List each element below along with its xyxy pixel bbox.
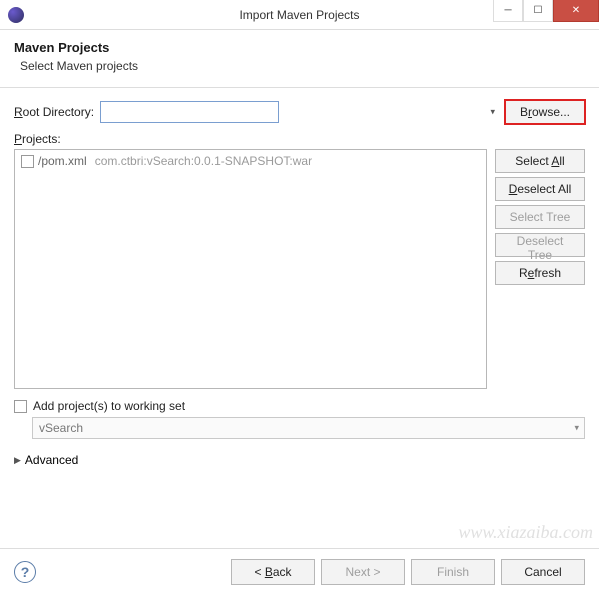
- list-item[interactable]: /pom.xml com.ctbri:vSearch:0.0.1-SNAPSHO…: [21, 154, 480, 168]
- maximize-button[interactable]: ☐: [523, 0, 553, 22]
- working-set-select[interactable]: [32, 417, 585, 439]
- triangle-right-icon: ▶: [14, 455, 21, 466]
- window-title: Import Maven Projects: [239, 8, 359, 22]
- chevron-down-icon: ▾: [490, 107, 495, 118]
- browse-button[interactable]: Browse...: [505, 100, 585, 124]
- working-set-label: Add project(s) to working set: [33, 399, 185, 413]
- root-directory-input[interactable]: [100, 101, 279, 123]
- projects-list[interactable]: /pom.xml com.ctbri:vSearch:0.0.1-SNAPSHO…: [14, 149, 487, 389]
- deselect-all-button[interactable]: Deselect All: [495, 177, 585, 201]
- next-button[interactable]: Next >: [321, 559, 405, 585]
- app-icon: [8, 7, 24, 23]
- close-button[interactable]: ✕: [553, 0, 599, 22]
- finish-button[interactable]: Finish: [411, 559, 495, 585]
- minimize-button[interactable]: ─: [493, 0, 523, 22]
- chevron-down-icon: ▾: [574, 423, 579, 434]
- project-path: /pom.xml: [38, 154, 87, 168]
- header-subtitle: Select Maven projects: [14, 59, 585, 73]
- dialog-header: Maven Projects Select Maven projects: [0, 30, 599, 87]
- projects-label: Projects:: [14, 132, 585, 146]
- select-all-button[interactable]: Select All: [495, 149, 585, 173]
- deselect-tree-button[interactable]: Deselect Tree: [495, 233, 585, 257]
- back-button[interactable]: < Back: [231, 559, 315, 585]
- advanced-label: Advanced: [25, 453, 78, 467]
- working-set-checkbox[interactable]: [14, 400, 27, 413]
- watermark: www.xiazaiba.com: [458, 522, 593, 543]
- select-tree-button[interactable]: Select Tree: [495, 205, 585, 229]
- header-title: Maven Projects: [14, 40, 585, 55]
- checkbox[interactable]: [21, 155, 34, 168]
- help-icon[interactable]: ?: [14, 561, 36, 583]
- project-gav: com.ctbri:vSearch:0.0.1-SNAPSHOT:war: [95, 154, 312, 168]
- title-bar: Import Maven Projects ─ ☐ ✕: [0, 0, 599, 30]
- cancel-button[interactable]: Cancel: [501, 559, 585, 585]
- advanced-section-toggle[interactable]: ▶ Advanced: [14, 453, 585, 467]
- refresh-button[interactable]: Refresh: [495, 261, 585, 285]
- root-directory-label: Root Directory:: [14, 105, 94, 119]
- dialog-footer: ? < Back Next > Finish Cancel: [0, 548, 599, 599]
